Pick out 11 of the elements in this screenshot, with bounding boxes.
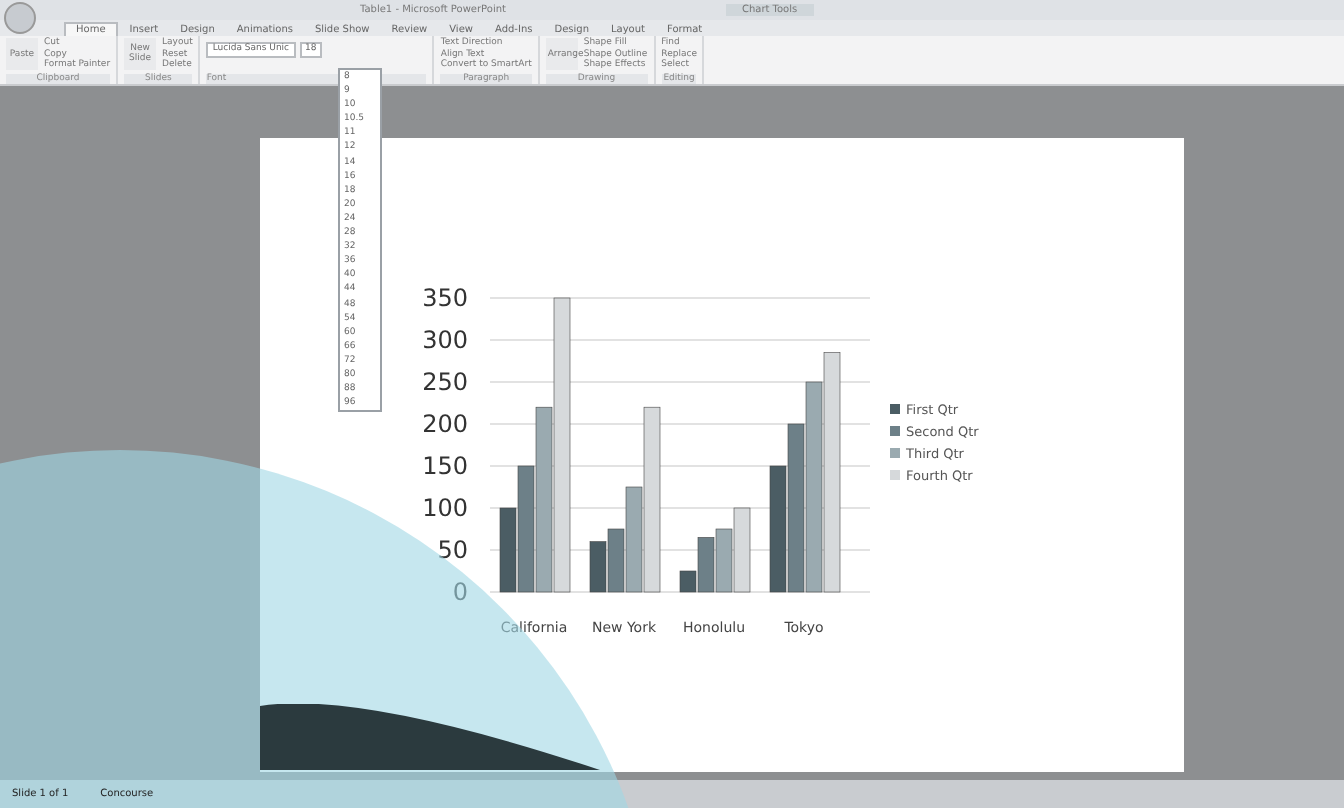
- axis-label: 50: [437, 536, 468, 564]
- axis-label: 200: [422, 410, 468, 438]
- chart-bar: [589, 541, 607, 593]
- axis-label: 350: [422, 284, 468, 312]
- chart-bar: [769, 465, 787, 593]
- axis-label: 150: [422, 452, 468, 480]
- axis-label: 300: [422, 326, 468, 354]
- chart-bar: [715, 528, 733, 593]
- axis-label: 250: [422, 368, 468, 396]
- axis-label: 0: [452, 578, 468, 606]
- axis-label: 100: [422, 494, 468, 522]
